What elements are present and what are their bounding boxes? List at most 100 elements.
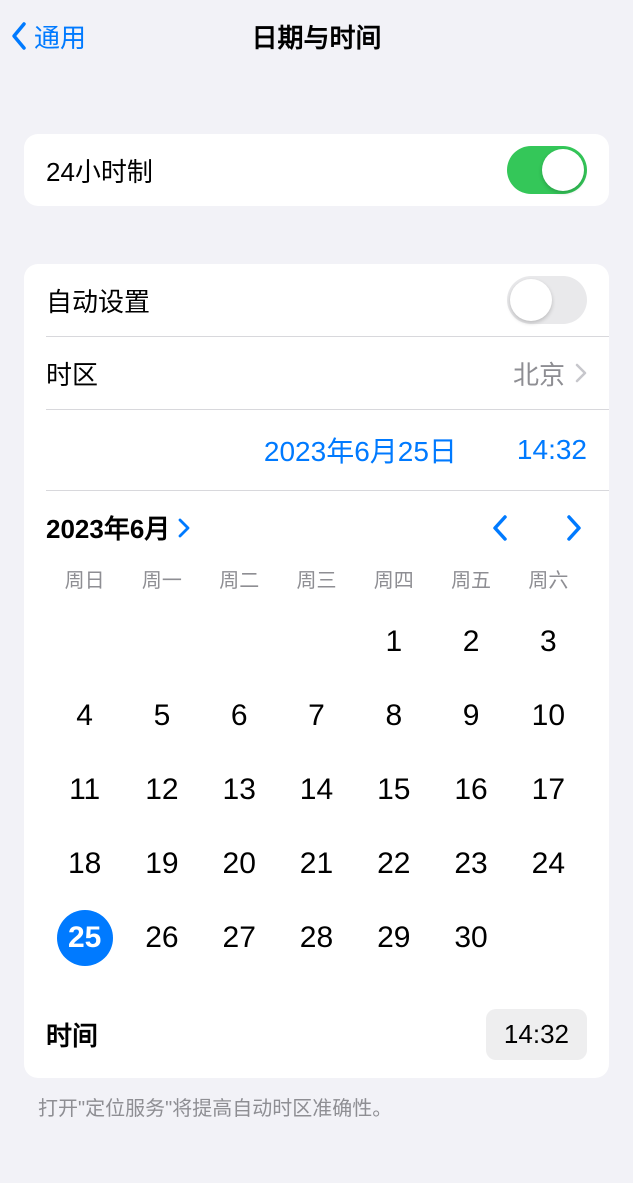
calendar-day-number: 22 <box>366 836 422 892</box>
calendar-empty-cell <box>46 605 123 679</box>
chevron-right-icon <box>178 518 190 538</box>
chevron-right-icon <box>575 363 587 383</box>
calendar-day[interactable]: 21 <box>278 827 355 901</box>
calendar-day-number: 25 <box>57 910 113 966</box>
calendar: 2023年6月 周日周一周二周三周四周五周六 12345678910111213… <box>24 491 609 995</box>
calendar-day-number: 13 <box>211 762 267 818</box>
calendar-day[interactable]: 6 <box>201 679 278 753</box>
time-picker[interactable]: 14:32 <box>486 1009 587 1060</box>
selected-date[interactable]: 2023年6月25日 <box>264 430 457 470</box>
row-time: 时间 14:32 <box>24 995 609 1078</box>
page-title: 日期与时间 <box>0 18 633 55</box>
calendar-day-number: 26 <box>134 910 190 966</box>
calendar-day-number: 4 <box>57 688 113 744</box>
calendar-day[interactable]: 12 <box>123 753 200 827</box>
chevron-right-icon <box>565 514 583 542</box>
calendar-day-number: 10 <box>520 688 576 744</box>
calendar-empty-cell <box>278 605 355 679</box>
calendar-empty-cell <box>201 605 278 679</box>
calendar-day-number: 28 <box>288 910 344 966</box>
row-24hour: 24小时制 <box>24 134 609 206</box>
chevron-left-icon <box>491 514 509 542</box>
calendar-day-number: 14 <box>288 762 344 818</box>
toggle-knob <box>510 279 552 321</box>
calendar-day[interactable]: 30 <box>432 901 509 975</box>
calendar-day[interactable]: 29 <box>355 901 432 975</box>
row-selected-datetime: 2023年6月25日 14:32 <box>24 410 609 490</box>
auto-set-toggle[interactable] <box>507 276 587 324</box>
calendar-day[interactable]: 24 <box>510 827 587 901</box>
row-timezone[interactable]: 时区 北京 <box>24 337 609 409</box>
calendar-day-number: 24 <box>520 836 576 892</box>
calendar-day[interactable]: 16 <box>432 753 509 827</box>
calendar-day-number: 18 <box>57 836 113 892</box>
calendar-day[interactable]: 26 <box>123 901 200 975</box>
calendar-day[interactable]: 14 <box>278 753 355 827</box>
next-month-button[interactable] <box>561 510 587 546</box>
month-selector[interactable]: 2023年6月 <box>46 509 190 546</box>
timezone-label: 时区 <box>46 355 98 392</box>
calendar-day[interactable]: 11 <box>46 753 123 827</box>
calendar-empty-cell <box>123 605 200 679</box>
calendar-day-number: 12 <box>134 762 190 818</box>
auto-set-label: 自动设置 <box>46 282 150 319</box>
weekday-label: 周一 <box>123 564 200 593</box>
24hour-label: 24小时制 <box>46 152 153 189</box>
toggle-knob <box>542 149 584 191</box>
calendar-day[interactable]: 19 <box>123 827 200 901</box>
calendar-day-number: 29 <box>366 910 422 966</box>
back-label: 通用 <box>34 18 86 55</box>
calendar-day[interactable]: 4 <box>46 679 123 753</box>
calendar-day[interactable]: 18 <box>46 827 123 901</box>
24hour-toggle[interactable] <box>507 146 587 194</box>
calendar-day[interactable]: 2 <box>432 605 509 679</box>
calendar-grid: 1234567891011121314151617181920212223242… <box>46 605 587 975</box>
selected-time[interactable]: 14:32 <box>517 434 587 466</box>
calendar-day-number: 7 <box>288 688 344 744</box>
weekday-label: 周日 <box>46 564 123 593</box>
calendar-day-number: 5 <box>134 688 190 744</box>
calendar-day-number: 27 <box>211 910 267 966</box>
calendar-day[interactable]: 7 <box>278 679 355 753</box>
weekday-label: 周三 <box>278 564 355 593</box>
weekday-label: 周四 <box>355 564 432 593</box>
calendar-day[interactable]: 9 <box>432 679 509 753</box>
calendar-day[interactable]: 23 <box>432 827 509 901</box>
calendar-day[interactable]: 20 <box>201 827 278 901</box>
time-label: 时间 <box>46 1016 98 1053</box>
calendar-day[interactable]: 27 <box>201 901 278 975</box>
calendar-day[interactable]: 1 <box>355 605 432 679</box>
calendar-day-number: 2 <box>443 614 499 670</box>
calendar-day[interactable]: 3 <box>510 605 587 679</box>
calendar-day-number: 6 <box>211 688 267 744</box>
calendar-day[interactable]: 28 <box>278 901 355 975</box>
calendar-day[interactable]: 17 <box>510 753 587 827</box>
prev-month-button[interactable] <box>487 510 513 546</box>
month-label: 2023年6月 <box>46 509 170 546</box>
calendar-day-number: 1 <box>366 614 422 670</box>
calendar-day[interactable]: 15 <box>355 753 432 827</box>
calendar-day-number: 20 <box>211 836 267 892</box>
calendar-day-number: 19 <box>134 836 190 892</box>
calendar-day-number: 23 <box>443 836 499 892</box>
calendar-day[interactable]: 13 <box>201 753 278 827</box>
calendar-day-number: 8 <box>366 688 422 744</box>
calendar-day-number: 9 <box>443 688 499 744</box>
calendar-day-number: 17 <box>520 762 576 818</box>
row-auto-set: 自动设置 <box>24 264 609 336</box>
calendar-day[interactable]: 5 <box>123 679 200 753</box>
weekday-header: 周日周一周二周三周四周五周六 <box>46 564 587 593</box>
calendar-day-number: 11 <box>57 762 113 818</box>
footer-note: 打开"定位服务"将提高自动时区准确性。 <box>0 1078 633 1121</box>
calendar-day-number: 16 <box>443 762 499 818</box>
calendar-day-number: 21 <box>288 836 344 892</box>
weekday-label: 周六 <box>510 564 587 593</box>
calendar-day[interactable]: 22 <box>355 827 432 901</box>
calendar-day[interactable]: 8 <box>355 679 432 753</box>
weekday-label: 周五 <box>432 564 509 593</box>
timezone-value: 北京 <box>513 355 565 392</box>
back-button[interactable]: 通用 <box>0 18 86 55</box>
calendar-day[interactable]: 25 <box>46 901 123 975</box>
calendar-day-number: 30 <box>443 910 499 966</box>
calendar-day[interactable]: 10 <box>510 679 587 753</box>
